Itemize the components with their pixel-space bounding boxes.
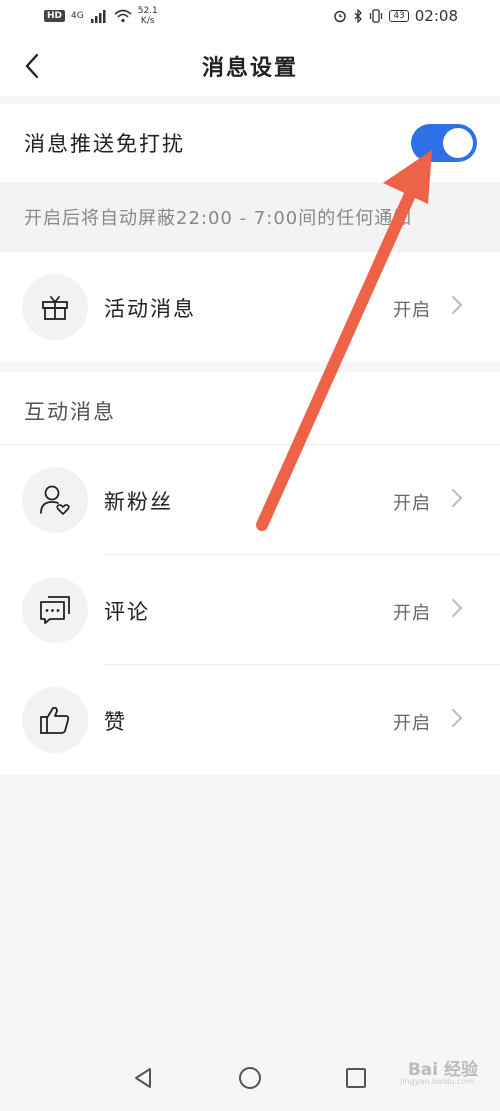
dnd-row: 消息推送免打扰	[0, 104, 500, 182]
person-heart-icon	[40, 485, 70, 515]
followers-icon-circle	[22, 467, 88, 533]
item-value: 开启	[393, 603, 431, 624]
vibrate-icon	[370, 9, 383, 23]
activity-messages-item[interactable]: 活动消息 开启	[0, 252, 500, 362]
page-title: 消息设置	[201, 56, 298, 81]
signal-icon	[90, 10, 106, 23]
new-followers-item[interactable]: 新粉丝 开启	[0, 445, 500, 555]
status-bar: HD 4G 52.1 K/s 43 02:08	[0, 0, 500, 34]
net-speed-unit: K/s	[140, 16, 155, 26]
likes-item[interactable]: 赞 开启	[0, 665, 500, 775]
circle-home-icon	[239, 1067, 261, 1089]
chevron-right-icon	[452, 489, 463, 507]
dnd-label: 消息推送免打扰	[24, 132, 185, 156]
chevron-right-icon	[452, 709, 463, 727]
activity-label: 活动消息	[104, 297, 196, 321]
section-header: 互动消息	[0, 372, 500, 445]
activity-value: 开启	[393, 300, 431, 321]
net-speed-value: 52.1	[137, 6, 158, 16]
gift-icon	[42, 296, 68, 320]
status-right: 43 02:08	[333, 7, 458, 25]
item-label: 新粉丝	[104, 490, 173, 514]
wifi-icon	[114, 9, 132, 23]
system-recents-button[interactable]	[340, 1062, 372, 1094]
like-icon-circle	[22, 687, 88, 753]
system-back-button[interactable]	[127, 1062, 159, 1094]
activity-icon-circle	[22, 274, 88, 340]
clock: 02:08	[414, 7, 458, 25]
item-label: 评论	[104, 600, 150, 624]
nav-bar: 消息设置	[0, 34, 500, 96]
dnd-toggle[interactable]	[411, 124, 477, 162]
item-label: 赞	[104, 710, 127, 734]
chevron-right-icon	[452, 296, 463, 314]
item-value: 开启	[393, 713, 431, 734]
battery-indicator: 43	[389, 10, 409, 22]
status-left: HD 4G 52.1 K/s	[44, 6, 158, 26]
triangle-back-icon	[135, 1068, 151, 1088]
dnd-hint-row: 开启后将自动屏蔽22:00 - 7:00间的任何通知	[0, 182, 500, 252]
square-recents-icon	[346, 1068, 366, 1088]
dnd-hint: 开启后将自动屏蔽22:00 - 7:00间的任何通知	[24, 208, 413, 229]
spacer	[0, 362, 500, 372]
activity-card: 活动消息 开启	[0, 252, 500, 362]
comment-icon-circle	[22, 577, 88, 643]
comment-icon	[40, 596, 70, 624]
watermark-url: jingyan.baidu.com	[400, 1077, 474, 1086]
alarm-icon	[334, 10, 347, 23]
item-value: 开启	[393, 493, 431, 514]
comments-item[interactable]: 评论 开启	[0, 555, 500, 665]
interaction-card: 互动消息 新粉丝 开启 评论 开启 赞 开启	[0, 372, 500, 775]
bluetooth-icon	[354, 9, 363, 23]
hd-badge: HD	[44, 10, 66, 22]
chevron-right-icon	[452, 599, 463, 617]
system-home-button[interactable]	[234, 1062, 266, 1094]
network-type: 4G	[71, 11, 84, 21]
spacer	[0, 96, 500, 104]
section-title: 互动消息	[24, 400, 116, 424]
net-speed: 52.1 K/s	[138, 6, 158, 26]
thumbs-up-icon	[40, 706, 70, 734]
toggle-knob	[443, 128, 473, 158]
